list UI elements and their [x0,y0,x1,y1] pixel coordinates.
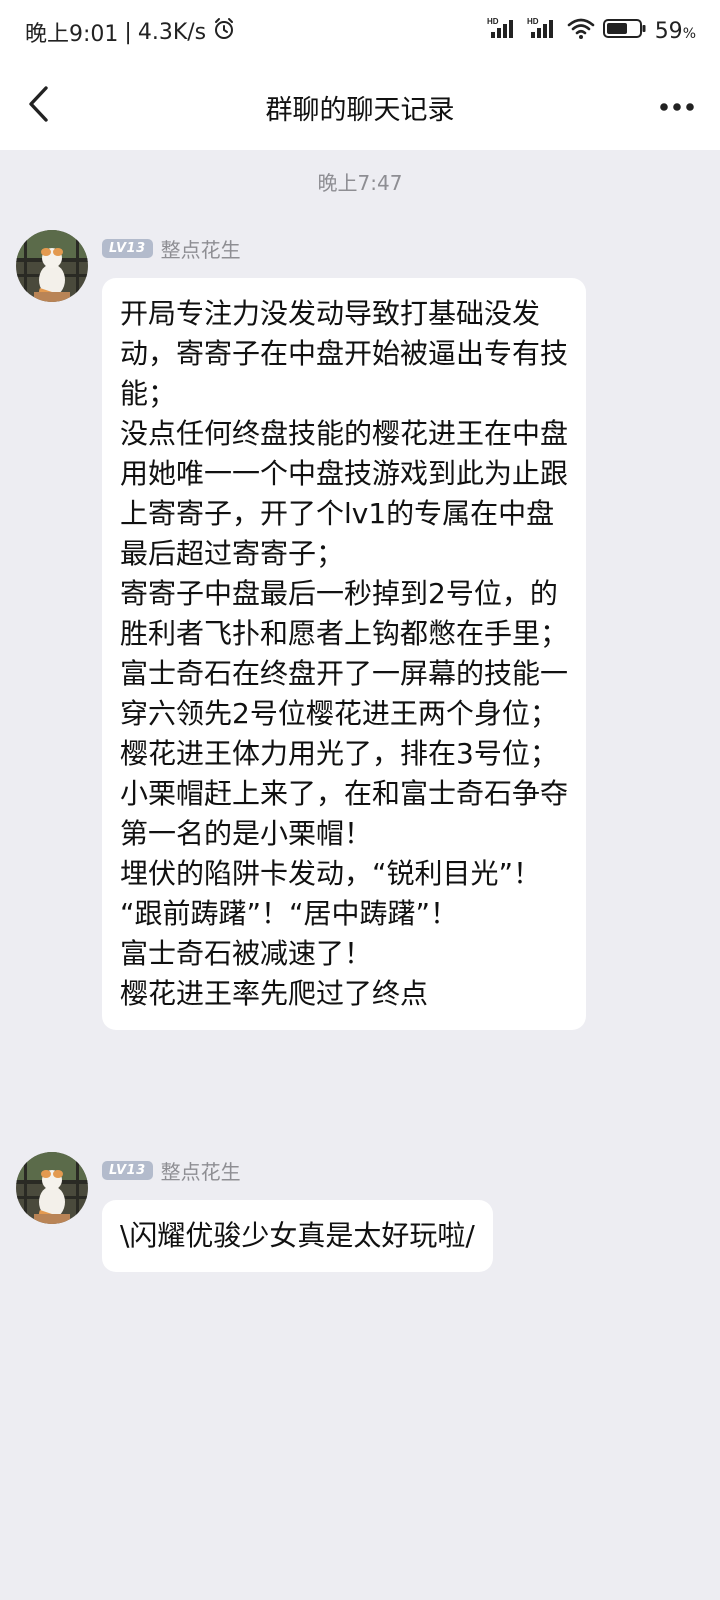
cat-avatar-icon [16,230,88,302]
svg-text:HD: HD [527,17,539,26]
status-separator: | [124,19,132,45]
sender-name: 整点花生 [160,238,241,262]
level-badge: LV13 [102,239,153,258]
hd-signal-icon: HD [527,16,559,46]
sender-row: LV13 整点花生 [102,234,241,263]
message-timestamp: 晚上7:47 [317,171,403,195]
avatar[interactable] [16,1152,88,1224]
network-speed: 4.3K/s [137,19,207,45]
battery-percent: 59% [655,19,696,44]
message-bubble[interactable]: 开局专注力没发动导致打基础没发动，寄寄子在中盘开始被逼出专有技能； 没点任何终盘… [102,278,586,1030]
wifi-icon [567,16,595,46]
battery-percent-unit: % [682,25,696,42]
battery-icon [602,16,647,46]
status-right: HD HD 59% [487,16,696,46]
battery-percent-value: 59 [654,18,683,44]
level-badge: LV13 [102,1161,153,1180]
page-title: 群聊的聊天记录 [265,95,455,126]
sender-name: 整点花生 [160,1160,241,1184]
avatar[interactable] [16,230,88,302]
more-button[interactable] [654,84,700,128]
status-time: 晚上9:01 [25,22,119,47]
chat-history-header: 群聊的聊天记录 [0,62,720,150]
svg-text:HD: HD [487,17,499,26]
status-bar: 晚上9:01 | 4.3K/s HD HD 59% [0,0,720,62]
status-left: 晚上9:01 | 4.3K/s [25,16,236,48]
message-bubble[interactable]: \闪耀优骏少女真是太好玩啦/ [102,1200,493,1272]
sender-row: LV13 整点花生 [102,1156,241,1185]
more-horizontal-icon [659,97,695,116]
hd-signal-icon: HD [487,16,519,46]
alarm-icon [212,17,236,47]
cat-avatar-icon [16,1152,88,1224]
